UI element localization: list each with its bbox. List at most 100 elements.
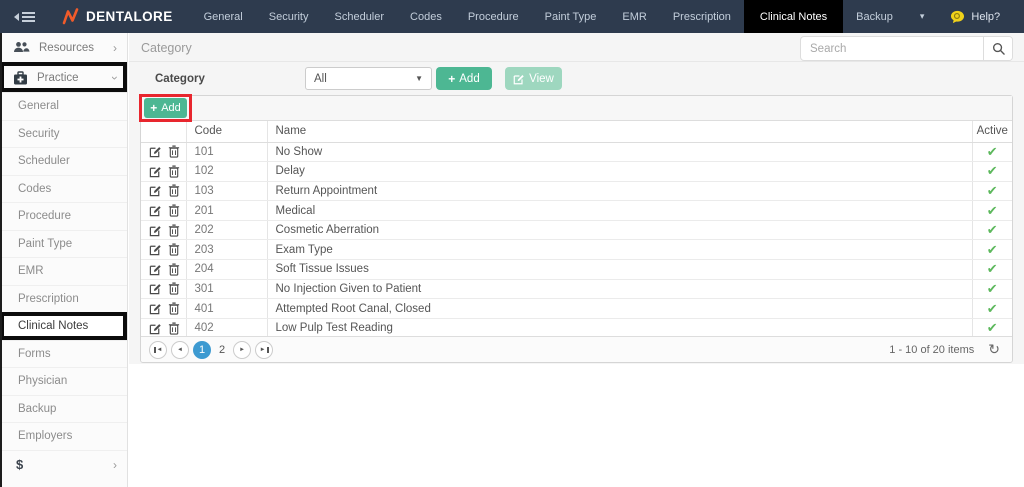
row-actions xyxy=(141,142,186,162)
pager-next-button[interactable]: ► xyxy=(233,341,251,359)
delete-button[interactable] xyxy=(168,282,180,295)
category-filter-label: Category xyxy=(155,73,205,85)
sidebar-item-employers[interactable]: Employers xyxy=(0,423,127,451)
nav-procedure[interactable]: Procedure xyxy=(455,0,532,33)
category-select[interactable]: All ▼ xyxy=(305,67,432,90)
chevron-down-icon: ▾ xyxy=(920,11,925,22)
delete-button[interactable] xyxy=(168,165,180,178)
refresh-icon[interactable]: ↻ xyxy=(988,341,1000,358)
search-button[interactable] xyxy=(983,37,1012,60)
trash-icon xyxy=(168,184,180,197)
trash-icon xyxy=(168,165,180,178)
grid-toolbar: + Add xyxy=(141,96,1012,121)
delete-button[interactable] xyxy=(168,302,180,315)
sidebar-collapse-button[interactable] xyxy=(0,0,50,33)
sidebar-item-backup[interactable]: Backup xyxy=(0,396,127,424)
edit-button[interactable] xyxy=(149,282,162,295)
sidebar-item-paint-type[interactable]: Paint Type xyxy=(0,231,127,259)
cell-active: ✔ xyxy=(972,318,1012,338)
arrow-right-icon: ► xyxy=(239,347,245,353)
arrow-left-icon: ◄ xyxy=(157,347,163,353)
nav-security[interactable]: Security xyxy=(256,0,322,33)
active-check-icon: ✔ xyxy=(987,183,998,198)
arrow-left-icon: ◄ xyxy=(177,347,183,353)
delete-button[interactable] xyxy=(168,263,180,276)
table-row: 103Return Appointment✔ xyxy=(141,181,1012,201)
help-button[interactable]: Help? xyxy=(938,0,1012,33)
delete-button[interactable] xyxy=(168,204,180,217)
edit-button[interactable] xyxy=(149,204,162,217)
nav-more-dropdown[interactable]: ▾ xyxy=(906,0,939,33)
table-row: 301No Injection Given to Patient✔ xyxy=(141,279,1012,299)
sidebar-item-scheduler[interactable]: Scheduler xyxy=(0,148,127,176)
edit-button[interactable] xyxy=(149,302,162,315)
sidebar-item-clinical-notes[interactable]: Clinical Notes xyxy=(0,313,127,341)
column-actions xyxy=(141,121,186,142)
pager-prev-button[interactable]: ◄ xyxy=(171,341,189,359)
edit-button[interactable] xyxy=(149,263,162,276)
delete-button[interactable] xyxy=(168,322,180,335)
table-row: 202Cosmetic Aberration✔ xyxy=(141,220,1012,240)
sidebar-item-procedure[interactable]: Procedure xyxy=(0,203,127,231)
search-icon xyxy=(992,42,1005,55)
sidebar-group-accounting[interactable]: $ › xyxy=(0,451,127,479)
nav-codes[interactable]: Codes xyxy=(397,0,455,33)
cell-name: Medical xyxy=(267,201,972,221)
sidebar-item-prescription[interactable]: Prescription xyxy=(0,286,127,314)
cell-active: ✔ xyxy=(972,260,1012,280)
table-row: 101No Show✔ xyxy=(141,142,1012,162)
nav-scheduler[interactable]: Scheduler xyxy=(322,0,398,33)
edit-button[interactable] xyxy=(149,243,162,256)
sidebar-item-emr[interactable]: EMR xyxy=(0,258,127,286)
edit-button[interactable] xyxy=(149,322,162,335)
cell-code: 102 xyxy=(186,162,267,182)
search-input[interactable] xyxy=(801,37,983,60)
sidebar-item-physician[interactable]: Physician xyxy=(0,368,127,396)
edit-button[interactable] xyxy=(149,145,162,158)
nav-paint-type[interactable]: Paint Type xyxy=(532,0,610,33)
category-view-button[interactable]: View xyxy=(505,67,562,90)
edit-icon xyxy=(149,243,162,256)
dokki-button[interactable]: Dokki xyxy=(1012,0,1024,33)
table-header-row: Code Name Active xyxy=(141,121,1012,142)
delete-button[interactable] xyxy=(168,224,180,237)
hamburger-icon xyxy=(22,12,35,22)
delete-button[interactable] xyxy=(168,145,180,158)
row-actions xyxy=(141,279,186,299)
row-actions xyxy=(141,260,186,280)
sidebar-group-resources[interactable]: Resources › xyxy=(0,33,127,63)
edit-button[interactable] xyxy=(149,184,162,197)
delete-button[interactable] xyxy=(168,243,180,256)
sidebar-item-codes[interactable]: Codes xyxy=(0,176,127,204)
notes-table: Code Name Active 101No Show✔102Delay✔103… xyxy=(141,121,1012,338)
nav-prescription[interactable]: Prescription xyxy=(660,0,744,33)
help-label: Help? xyxy=(971,11,1000,23)
cell-active: ✔ xyxy=(972,299,1012,319)
pager-last-button[interactable]: ► xyxy=(255,341,273,359)
category-add-button[interactable]: + Add xyxy=(436,67,492,90)
cell-name: Low Pulp Test Reading xyxy=(267,318,972,338)
sidebar-group-practice[interactable]: Practice › xyxy=(0,63,127,93)
brand[interactable]: DENTALORE xyxy=(50,0,191,33)
medical-bag-icon xyxy=(13,71,28,85)
pager-page-1[interactable]: 1 xyxy=(193,341,211,359)
edit-button[interactable] xyxy=(149,165,162,178)
active-check-icon: ✔ xyxy=(987,281,998,296)
sidebar-item-forms[interactable]: Forms xyxy=(0,341,127,369)
pager-page-2[interactable]: 2 xyxy=(219,344,225,356)
edit-button[interactable] xyxy=(149,224,162,237)
nav-backup[interactable]: Backup xyxy=(843,0,906,33)
grid-add-button[interactable]: + Add xyxy=(144,98,187,118)
trash-icon xyxy=(168,224,180,237)
delete-button[interactable] xyxy=(168,184,180,197)
sidebar-item-security[interactable]: Security xyxy=(0,121,127,149)
sidebar-item-general[interactable]: General xyxy=(0,93,127,121)
pager-first-button[interactable]: ◄ xyxy=(149,341,167,359)
cell-name: Return Appointment xyxy=(267,181,972,201)
cell-code: 301 xyxy=(186,279,267,299)
edit-icon xyxy=(513,73,525,85)
nav-emr[interactable]: EMR xyxy=(609,0,659,33)
nav-clinical-notes[interactable]: Clinical Notes xyxy=(744,0,843,33)
nav-general[interactable]: General xyxy=(191,0,256,33)
table-row: 203Exam Type✔ xyxy=(141,240,1012,260)
